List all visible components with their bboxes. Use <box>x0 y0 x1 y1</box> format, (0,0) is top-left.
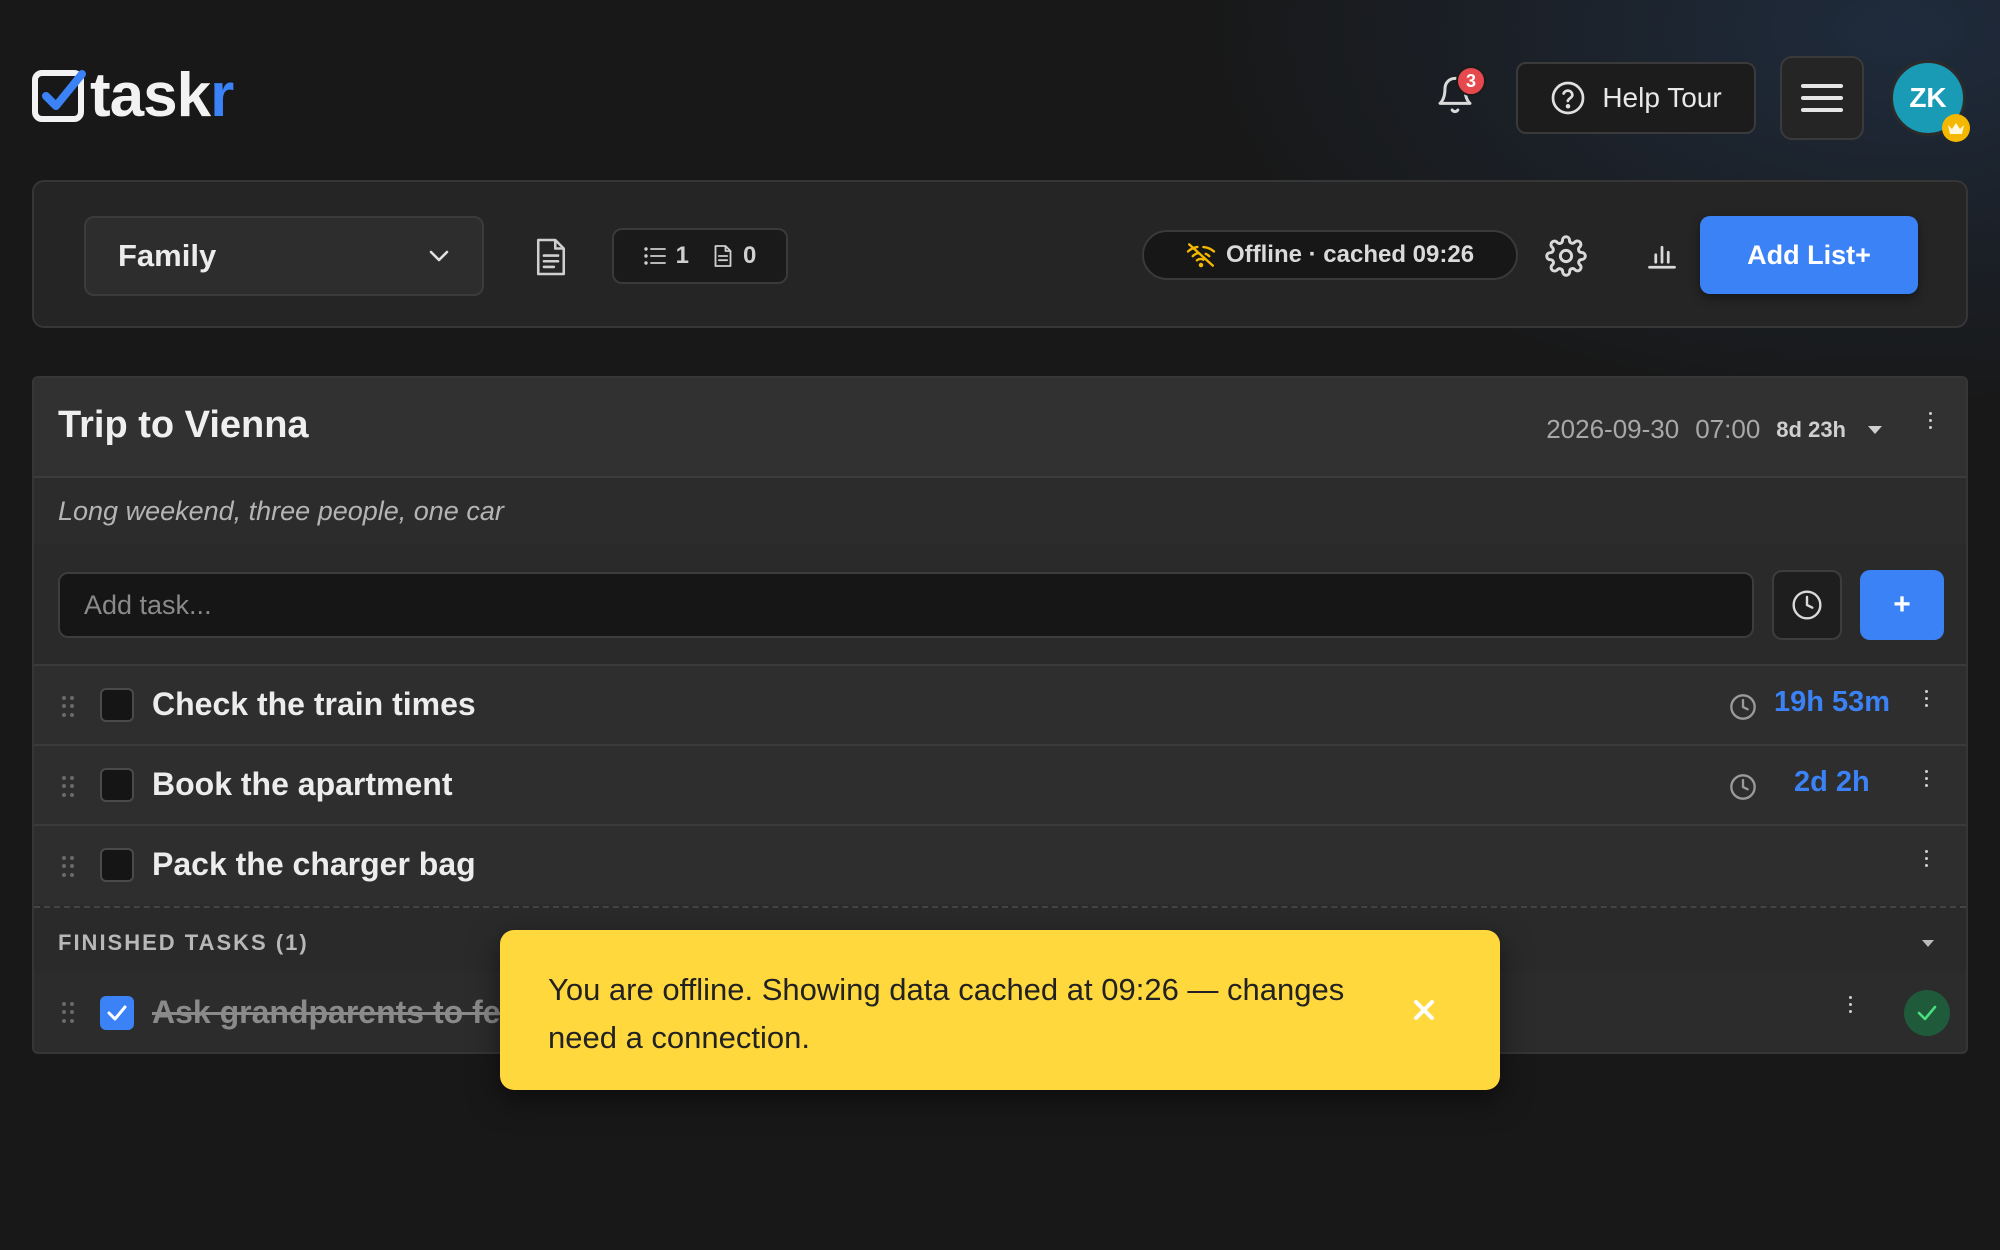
task-options-button[interactable] <box>1916 690 1936 707</box>
list-description: Long weekend, three people, one car <box>58 496 504 526</box>
list-options-button[interactable] <box>1920 412 1940 429</box>
list-toolbar: Family 1 0 Offline · cached 09:26 Add Li… <box>32 180 1968 328</box>
task-options-button[interactable] <box>1916 770 1936 787</box>
caret-down-icon <box>1868 425 1882 434</box>
task-options-button[interactable] <box>1916 850 1936 867</box>
main-menu-button[interactable] <box>1780 56 1864 140</box>
help-tour-label: Help Tour <box>1602 82 1722 113</box>
set-time-button[interactable] <box>1772 570 1842 640</box>
caret-down-icon <box>1922 940 1934 947</box>
time-left: 8d 23h <box>1776 416 1846 442</box>
add-list-button[interactable]: Add List+ <box>1700 216 1918 294</box>
notes-count: 0 <box>713 242 756 270</box>
close-icon <box>1414 1000 1434 1020</box>
finished-task-title[interactable]: Ask grandparents to fe <box>152 994 501 1031</box>
offline-status-text: Offline · cached 09:26 <box>1225 241 1475 268</box>
close-toast-button[interactable] <box>1404 990 1444 1030</box>
checkbox-logo-icon <box>32 68 88 124</box>
list-icon <box>643 247 666 265</box>
list-counts: 1 0 <box>612 228 788 284</box>
logo-text: taskr <box>90 61 234 130</box>
notification-badge: 3 <box>1456 66 1486 96</box>
offline-toast: You are offline. Showing data cached at … <box>500 930 1500 1090</box>
list-selector[interactable]: Family <box>84 216 484 296</box>
gear-icon <box>1545 235 1587 277</box>
help-tour-button[interactable]: Help Tour <box>1516 62 1756 134</box>
task-title[interactable]: Check the train times <box>152 686 476 723</box>
settings-button[interactable] <box>1540 230 1592 282</box>
clock-icon <box>1728 772 1758 802</box>
notes-button[interactable] <box>526 232 576 282</box>
bar-chart-icon <box>1648 245 1676 269</box>
task-title[interactable]: Book the apartment <box>152 766 452 803</box>
document-icon <box>536 238 566 276</box>
task-checkbox[interactable] <box>100 688 134 722</box>
question-circle-icon <box>1551 81 1585 115</box>
avatar-initials: ZK <box>1909 82 1947 113</box>
task-row: Check the train times 19h 53m <box>34 664 1966 744</box>
due-date-picker[interactable]: 2026-09-30 07:00 8d 23h <box>1546 414 1882 445</box>
add-task-button[interactable]: + <box>1860 570 1944 640</box>
app-logo[interactable]: taskr <box>32 61 234 130</box>
drag-handle-icon[interactable] <box>62 776 74 798</box>
lists-count: 1 <box>643 242 689 270</box>
statistics-button[interactable] <box>1636 230 1688 282</box>
chevron-down-icon <box>429 250 449 262</box>
task-row: Pack the charger bag <box>34 824 1966 904</box>
list-header: Trip to Vienna 2026-09-30 07:00 8d 23h <box>34 378 1966 478</box>
clock-icon <box>1728 692 1758 722</box>
due-date: 2026-09-30 <box>1546 414 1680 444</box>
task-options-button[interactable] <box>1840 996 1860 1013</box>
list-title[interactable]: Trip to Vienna <box>58 404 309 447</box>
check-icon <box>107 1005 127 1021</box>
task-checkbox[interactable] <box>100 848 134 882</box>
offline-status: Offline · cached 09:26 <box>1142 230 1518 280</box>
drag-handle-icon[interactable] <box>62 696 74 718</box>
add-task-input[interactable] <box>58 572 1754 638</box>
selected-list-label: Family <box>118 238 217 273</box>
completed-check-icon <box>1904 990 1950 1036</box>
task-title[interactable]: Pack the charger bag <box>152 846 476 883</box>
drag-handle-icon[interactable] <box>62 856 74 878</box>
clock-icon <box>1792 590 1822 620</box>
finished-tasks-label: FINISHED TASKS (1) <box>58 930 309 955</box>
document-icon <box>714 245 732 267</box>
task-checkbox[interactable] <box>100 768 134 802</box>
wifi-off-icon <box>1186 243 1216 268</box>
due-time: 07:00 <box>1695 414 1761 444</box>
task-checkbox-checked[interactable] <box>100 996 134 1030</box>
toast-message: You are offline. Showing data cached at … <box>548 972 1345 1055</box>
hamburger-icon <box>1801 84 1843 112</box>
add-task-row: + <box>34 544 1966 664</box>
task-duration: 19h 53m <box>1774 686 1891 718</box>
crown-icon <box>1942 114 1970 142</box>
task-duration: 2d 2h <box>1794 766 1870 798</box>
drag-handle-icon[interactable] <box>62 1002 74 1024</box>
task-row: Book the apartment 2d 2h <box>34 744 1966 824</box>
